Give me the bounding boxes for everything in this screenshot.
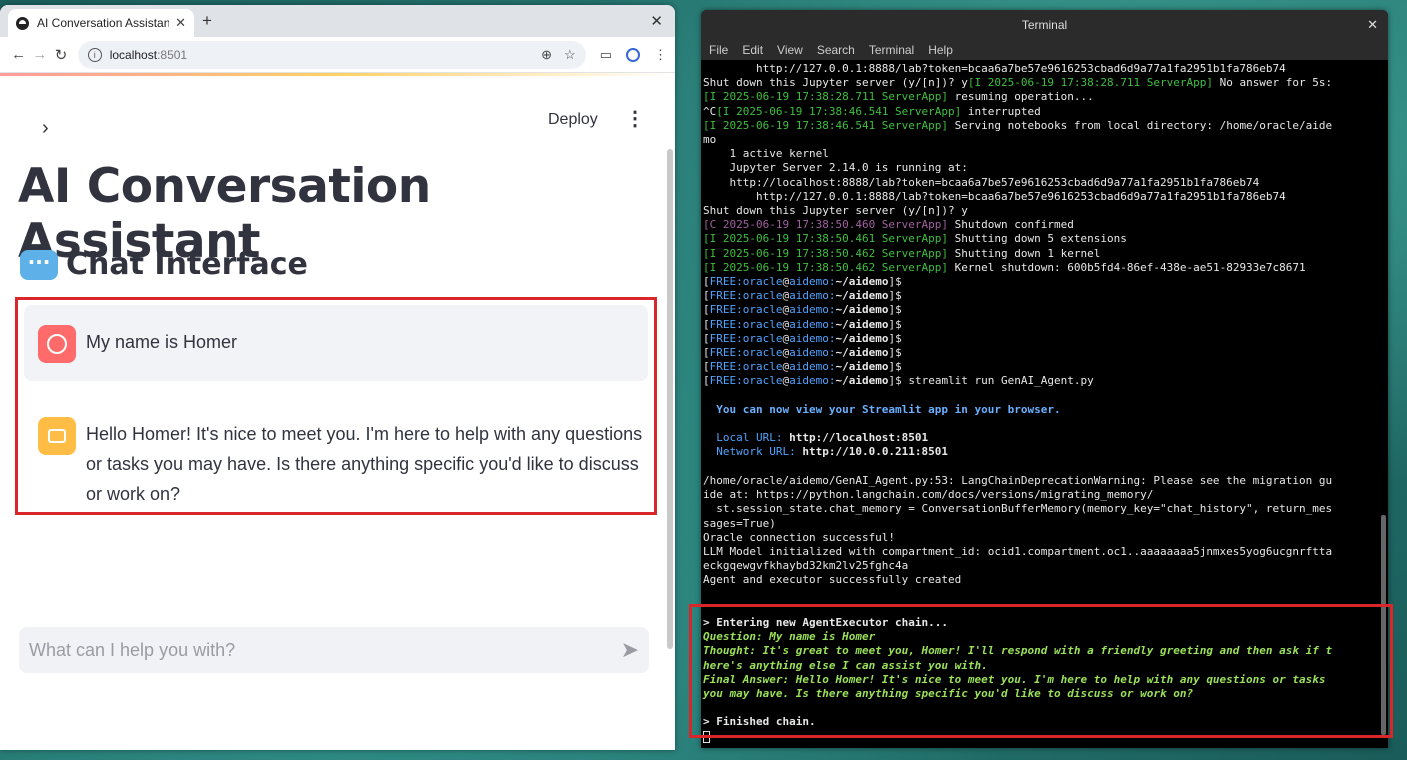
assistant-message-text: Hello Homer! It's nice to meet you. I'm … [86, 424, 643, 504]
prompt-line: [FREE:oracle@aidemo:~/aidemo]$ [703, 289, 902, 303]
term-line: Network URL: http://10.0.0.211:8501 [703, 445, 949, 459]
term-line: You can now view your Streamlit app in y… [703, 402, 1061, 416]
user-message-text: My name is Homer [86, 332, 238, 352]
menu-terminal[interactable]: Terminal [869, 43, 914, 57]
term-line: [I 2025-06-19 17:38:50.461 ServerApp] Sh… [703, 232, 1127, 246]
term-line: [I 2025-06-19 17:38:28.711 ServerApp] re… [703, 90, 1094, 104]
term-line: Agent and executor successfully created [703, 573, 962, 587]
term-line: [I 2025-06-19 17:38:50.462 ServerApp] Sh… [703, 246, 1101, 260]
chat-input[interactable]: ➤ [19, 627, 649, 673]
menu-help[interactable]: Help [928, 43, 953, 57]
term-line: Jupyter Server 2.14.0 is running at: [703, 161, 968, 175]
menu-search[interactable]: Search [817, 43, 855, 57]
menu-file[interactable]: File [709, 43, 728, 57]
term-line: [C 2025-06-19 17:38:50.460 ServerApp] Sh… [703, 218, 1074, 232]
term-line: st.session_state.chat_memory = Conversat… [703, 502, 1333, 516]
terminal-menubar: File Edit View Search Terminal Help [701, 40, 1388, 60]
browser-menu-icon[interactable]: ⋮ [654, 47, 667, 63]
close-tab-icon[interactable]: ✕ [175, 15, 186, 31]
term-line: ^C[I 2025-06-19 17:38:46.541 ServerApp] … [703, 104, 1041, 118]
term-line: /home/oracle/aidemo/GenAI_Agent.py:53: L… [703, 473, 1333, 487]
bot-avatar-icon [38, 417, 76, 455]
terminal-titlebar: Terminal ✕ [701, 10, 1388, 40]
prompt-line: [FREE:oracle@aidemo:~/aidemo]$ [703, 303, 902, 317]
prompt-line: [FREE:oracle@aidemo:~/aidemo]$ [703, 317, 902, 331]
term-line: [I 2025-06-19 17:38:46.541 ServerApp] Se… [703, 118, 1333, 132]
prompt-line: [FREE:oracle@aidemo:~/aidemo]$ [703, 331, 902, 345]
term-line: eckgqewgvfkhaybd32km2lv25fghc4a [703, 559, 909, 573]
terminal-title: Terminal [1021, 18, 1068, 32]
back-icon[interactable]: ← [8, 46, 29, 63]
user-avatar-icon [38, 325, 76, 363]
term-line: http://127.0.0.1:8888/lab?token=bcaa6a7b… [703, 189, 1286, 203]
new-tab-icon[interactable]: + [202, 11, 212, 31]
term-line: [I 2025-06-19 17:38:50.462 ServerApp] Ke… [703, 260, 1306, 274]
prompt-line: [FREE:oracle@aidemo:~/aidemo]$ [703, 346, 902, 360]
speech-bubble-icon: ··· [20, 249, 58, 280]
profile-icon[interactable] [626, 47, 640, 62]
term-line: sages=True) [703, 516, 776, 530]
term-line: 1 active kernel [703, 147, 829, 161]
term-line: LLM Model initialized with compartment_i… [703, 544, 1333, 558]
prompt-line: [FREE:oracle@aidemo:~/aidemo]$ [703, 360, 902, 374]
loading-bar [0, 73, 675, 76]
address-bar[interactable]: i localhost:8501 ⊕ ☆ [77, 40, 586, 69]
term-line: Local URL: http://localhost:8501 [703, 431, 929, 445]
url-text: localhost:8501 [109, 47, 188, 62]
chat-section-label: Chat Interface [66, 247, 308, 282]
send-icon[interactable]: ➤ [621, 637, 639, 663]
term-line: http://127.0.0.1:8888/lab?token=bcaa6a7b… [703, 62, 1286, 75]
browser-window: AI Conversation Assistant ✕ + ✕ ← → ↻ i … [0, 5, 675, 750]
assistant-message: Hello Homer! It's nice to meet you. I'm … [24, 417, 658, 509]
term-line: Shut down this Jupyter server (y/[n])? y [703, 204, 968, 218]
term-line: ide at: https://python.langchain.com/doc… [703, 488, 1154, 502]
tab-search-icon[interactable]: ▭ [600, 47, 612, 63]
main-menu-icon[interactable]: ⋮ [625, 109, 645, 129]
chat-input-field[interactable] [29, 639, 621, 661]
browser-tab[interactable]: AI Conversation Assistant ✕ [8, 9, 194, 37]
term-line: http://localhost:8888/lab?token=bcaa6a7b… [703, 175, 1260, 189]
bookmark-star-icon[interactable]: ☆ [564, 47, 576, 63]
prompt-line-command: [FREE:oracle@aidemo:~/aidemo]$ streamlit… [703, 374, 1094, 388]
tab-bar: AI Conversation Assistant ✕ + ✕ [0, 5, 675, 37]
terminal-close-icon[interactable]: ✕ [1367, 10, 1378, 40]
forward-icon[interactable]: → [29, 46, 50, 63]
site-info-icon[interactable]: i [87, 47, 102, 62]
menu-view[interactable]: View [777, 43, 803, 57]
streamlit-app: › Deploy ⋮ AI Conversation Assistant ···… [0, 79, 675, 750]
chat-section-title: ··· Chat Interface [20, 247, 308, 282]
reload-icon[interactable]: ↻ [50, 46, 71, 64]
term-line: Oracle connection successful! [703, 530, 896, 544]
user-message: My name is Homer [24, 305, 648, 381]
browser-toolbar: ← → ↻ i localhost:8501 ⊕ ☆ ▭ ⋮ [0, 37, 675, 73]
term-line: Shut down this Jupyter server (y/[n])? y… [703, 76, 1333, 90]
window-close-icon[interactable]: ✕ [650, 12, 663, 30]
zoom-icon[interactable]: ⊕ [541, 47, 552, 63]
sidebar-expand-icon[interactable]: › [42, 117, 49, 140]
term-line: mo [703, 133, 717, 147]
prompt-line: [FREE:oracle@aidemo:~/aidemo]$ [703, 275, 902, 289]
terminal-highlight-box [689, 604, 1393, 738]
menu-edit[interactable]: Edit [742, 43, 763, 57]
tab-title: AI Conversation Assistant [37, 16, 170, 30]
streamlit-favicon-icon [16, 16, 29, 30]
deploy-button[interactable]: Deploy [548, 111, 598, 129]
